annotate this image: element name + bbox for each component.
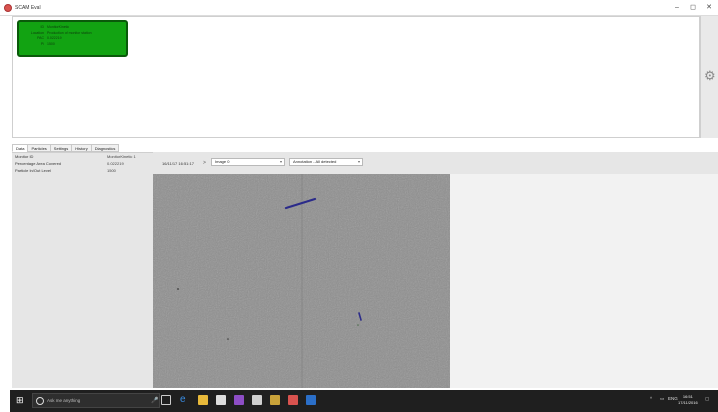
- next-image-button[interactable]: >: [203, 160, 206, 166]
- scam-eval-app-icon[interactable]: [288, 395, 298, 405]
- search-icon: [36, 397, 44, 405]
- property-row: Particle In/Out Level 1500: [12, 167, 153, 174]
- tab-data[interactable]: Data: [12, 144, 29, 152]
- empty-detail-area: [450, 174, 718, 388]
- app-logo-icon: [4, 4, 12, 12]
- settings-sidebar: ⚙: [700, 16, 718, 138]
- tab-particles[interactable]: Particles: [27, 144, 51, 152]
- store-icon[interactable]: [216, 395, 226, 405]
- chevron-down-icon: ▾: [357, 159, 360, 164]
- microphone-icon[interactable]: 🎤: [151, 397, 158, 404]
- windows-start-icon[interactable]: ⊞: [16, 395, 26, 405]
- property-label: Particle In/Out Level: [15, 168, 52, 173]
- status-row-pi: Pi 1500: [40, 41, 55, 46]
- notifications-icon[interactable]: ▢: [705, 396, 709, 402]
- close-button[interactable]: ✕: [702, 3, 716, 13]
- property-value: MonitorKinetic 1: [107, 154, 136, 159]
- title-bar: SCAM Eval – ◻ ✕: [0, 0, 718, 16]
- windows-taskbar: ⊞ Ask me anything 🎤 e ^ ▭ ENG 16:51 17/1…: [10, 390, 718, 412]
- app-icon[interactable]: [252, 395, 262, 405]
- maximize-button[interactable]: ◻: [686, 3, 700, 13]
- property-row: Percentage Area Covered 0.022219: [12, 160, 153, 167]
- property-label: Monitor ID: [15, 154, 34, 159]
- monitor-overview-panel: ID MonitorKinetic Location Production of…: [12, 16, 700, 138]
- annotation-select[interactable]: Annotation - All detected ▾: [289, 158, 363, 166]
- detected-particle: [357, 324, 359, 326]
- tab-bar: Data Particles Settings History Diagnost…: [12, 144, 120, 152]
- tab-settings[interactable]: Settings: [49, 144, 73, 152]
- property-value: 0.022219: [107, 161, 124, 166]
- particle-image-viewer[interactable]: [153, 174, 450, 388]
- taskbar-clock[interactable]: 16:51 17/11/2016: [678, 394, 698, 406]
- capture-timestamp: 16/11/17 16:51:17: [162, 161, 194, 166]
- language-indicator[interactable]: ENG: [668, 396, 678, 401]
- particle-image: [153, 174, 450, 388]
- image-toolbar: 16/11/17 16:51:17 > Image 0 ▾ Annotation…: [153, 152, 718, 174]
- tray-chevron-icon[interactable]: ^: [650, 396, 652, 401]
- word-icon[interactable]: [306, 395, 316, 405]
- app-icon[interactable]: [270, 395, 280, 405]
- tab-history[interactable]: History: [71, 144, 92, 152]
- gear-icon[interactable]: ⚙: [704, 69, 716, 82]
- minimize-button[interactable]: –: [670, 3, 684, 13]
- property-label: Percentage Area Covered: [15, 161, 62, 166]
- tab-diagnostics[interactable]: Diagnostics: [90, 144, 120, 152]
- visual-studio-icon[interactable]: [234, 395, 244, 405]
- property-row: Monitor ID MonitorKinetic 1: [12, 153, 153, 160]
- file-explorer-icon[interactable]: [198, 395, 208, 405]
- detected-particle: [177, 288, 179, 290]
- chevron-down-icon: ▾: [279, 159, 282, 164]
- edge-browser-icon[interactable]: e: [180, 395, 190, 405]
- window-title: SCAM Eval: [15, 5, 41, 11]
- monitor-status-card[interactable]: ID MonitorKinetic Location Production of…: [17, 20, 128, 57]
- network-icon[interactable]: ▭: [660, 396, 664, 402]
- properties-panel: Monitor ID MonitorKinetic 1 Percentage A…: [12, 152, 153, 388]
- search-input[interactable]: Ask me anything 🎤: [32, 393, 160, 408]
- task-view-icon[interactable]: [161, 395, 171, 405]
- property-value: 1500: [107, 168, 116, 173]
- image-select[interactable]: Image 0 ▾: [211, 158, 285, 166]
- detected-particle: [227, 338, 229, 340]
